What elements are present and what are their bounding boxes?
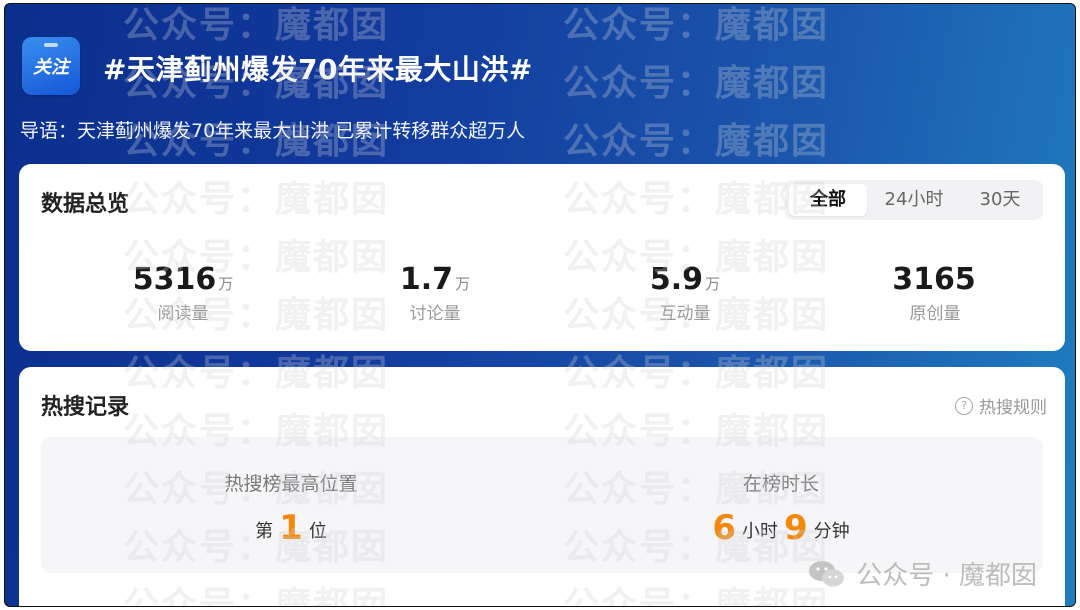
best-position-prefix: 第 [255,521,274,542]
stats-row: 5316 万 阅读量 1.7 万 讨论量 5.9 万 互动量 3165 原创量 [19,262,1065,332]
tab-all[interactable]: 全部 [789,184,867,216]
topic-page: 关注 #天津蓟州爆发70年来最大山洪# 导语：天津蓟州爆发70年来最大山洪 已累… [4,3,1076,607]
rules-label: 热搜规则 [979,398,1047,418]
tab-30d[interactable]: 30天 [961,184,1039,216]
wechat-watermark: 公众号 · 魔都囡 [808,555,1037,592]
best-position-suffix: 位 [308,521,327,542]
stat-reads: 5316 万 阅读量 [83,262,283,324]
stat-discussions-label: 讨论量 [409,304,461,324]
hot-search-title: 热搜记录 [41,395,130,420]
stat-reads-label: 阅读量 [157,304,209,324]
stat-interactions-label: 互动量 [659,304,711,324]
hot-search-metrics: 热搜榜最高位置 第1位 在榜时长 6 小时 9 分钟 [41,437,1043,573]
overview-title: 数据总览 [41,192,130,217]
logo-mark-icon [44,43,58,47]
duration-minutes: 9 [784,508,808,548]
hot-search-rules-link[interactable]: ? 热搜规则 [955,393,1047,418]
best-position-label: 热搜榜最高位置 [224,473,358,495]
topic-intro: 导语：天津蓟州爆发70年来最大山洪 已累计转移群众超万人 [20,120,526,142]
duration-hours-unit: 小时 [742,521,778,542]
stat-discussions: 1.7 万 讨论量 [335,262,535,324]
stat-reads-value: 5316 [132,262,217,297]
stat-interactions: 5.9 万 互动量 [585,262,785,324]
wechat-watermark-label: 公众号 · 魔都囡 [856,561,1037,591]
hot-search-card: 热搜记录 ? 热搜规则 热搜榜最高位置 第1位 在榜时长 6 小时 9 分钟 公… [19,367,1065,606]
best-position-metric: 热搜榜最高位置 第1位 [141,469,441,548]
topic-header: 关注 #天津蓟州爆发70年来最大山洪# 导语：天津蓟州爆发70年来最大山洪 已累… [5,4,1075,164]
data-overview-card: 数据总览 全部 24小时 30天 5316 万 阅读量 1.7 万 讨论量 5.9 万… [19,164,1065,351]
duration-hours: 6 [712,508,736,548]
wechat-icon [809,560,845,586]
stat-interactions-unit: 万 [705,275,721,293]
stat-discussions-value: 1.7 [399,262,454,297]
duration-metric: 在榜时长 6 小时 9 分钟 [631,469,931,548]
stat-originals-value: 3165 [892,262,976,297]
best-position-value: 1 [279,508,303,548]
topic-title: #天津蓟州爆发70年来最大山洪# [103,53,533,86]
stat-originals-label: 原创量 [909,304,961,324]
stat-interactions-value: 5.9 [649,262,704,297]
duration-label: 在榜时长 [742,473,819,495]
duration-minutes-unit: 分钟 [813,521,850,542]
stat-reads-unit: 万 [218,275,234,293]
duration-value-row: 6 小时 9 分钟 [631,508,931,548]
stat-originals: 3165 原创量 [835,262,1035,324]
best-position-value-row: 第1位 [141,508,441,548]
tab-24h[interactable]: 24小时 [875,184,953,216]
follow-button-label: 关注 [33,57,69,78]
question-icon: ? [955,396,973,415]
follow-button[interactable]: 关注 [22,37,80,95]
time-range-tabs: 全部 24小时 30天 [785,180,1043,220]
stat-discussions-unit: 万 [455,275,471,293]
